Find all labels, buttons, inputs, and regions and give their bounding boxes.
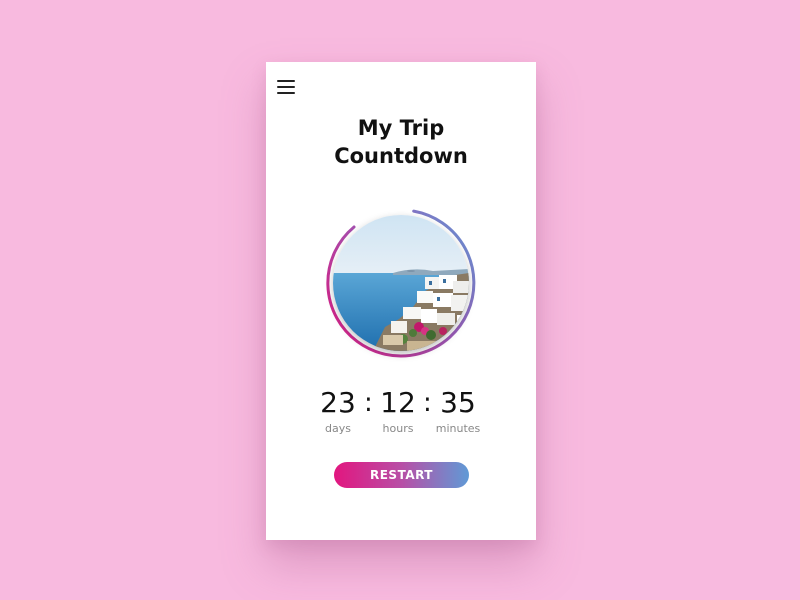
menu-line-bottom [277, 92, 295, 94]
page-title-line-1: My Trip [357, 116, 445, 140]
menu-line-top [277, 80, 295, 82]
restart-button[interactable]: RESTART [334, 462, 469, 488]
trip-countdown-card: My Trip Countdown 23: 12: 35 days hour… [266, 62, 536, 540]
minutes-label: minutes [435, 422, 481, 435]
menu-line-middle [277, 86, 295, 88]
hours-value: 12 [380, 386, 416, 419]
santorini-illustration [333, 215, 469, 351]
hamburger-menu-icon[interactable] [277, 79, 295, 95]
hours-label: hours [382, 422, 414, 435]
days-label: days [325, 422, 351, 435]
days-value: 23 [320, 386, 356, 419]
destination-photo [333, 215, 469, 351]
page-title-line-2: Countdown [334, 144, 468, 168]
countdown-timer: 23 : 12 : 35 days hours minutes [266, 386, 536, 446]
separator-days-hours: : [364, 388, 373, 418]
page-title: My Trip Countdown [266, 114, 536, 170]
separator-hours-minutes: : [423, 388, 432, 418]
minutes-value: 35 [440, 386, 476, 419]
